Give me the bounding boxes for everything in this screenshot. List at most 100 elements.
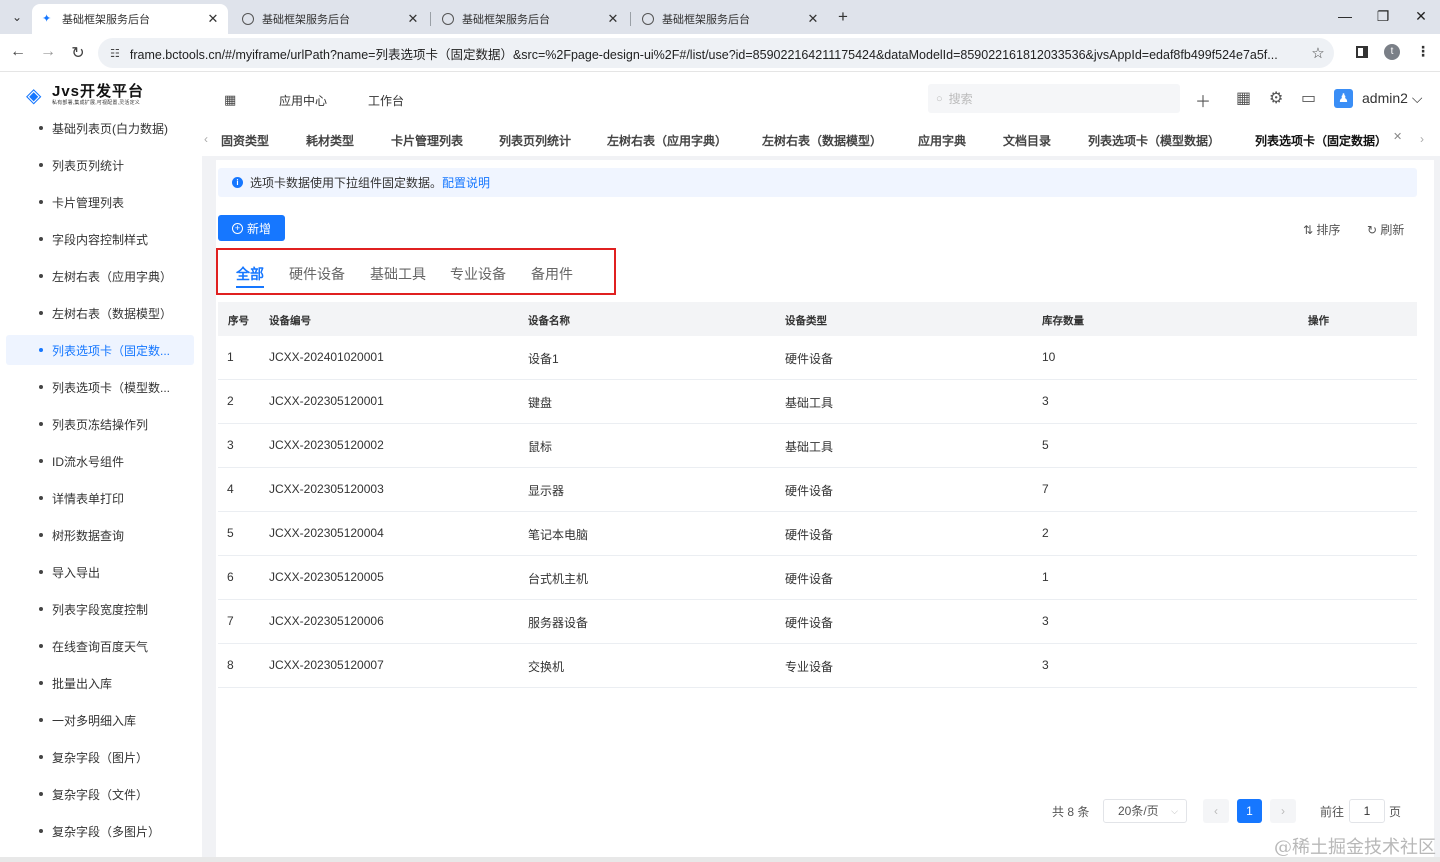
filter-tab-hardware[interactable]: 硬件设备 xyxy=(289,264,345,284)
browser-tab-strip: ⌄ ✦ 基础框架服务后台 ✕ 基础框架服务后台 ✕ 基础框架服务后台 ✕ 基础框… xyxy=(0,0,1440,34)
nav-app-center[interactable]: 应用中心 xyxy=(279,92,327,109)
sidebar-item[interactable]: 树形数据查询 xyxy=(6,520,194,550)
chevron-down-icon: ⌵ xyxy=(1411,90,1423,106)
table-row[interactable]: 8 JCXX-202305120007 交换机 专业设备 3 xyxy=(218,644,1417,688)
tab-tree-table-dict[interactable]: 左树右表（应用字典） xyxy=(607,132,727,149)
page-size-select[interactable]: 20条/页 ⌵ xyxy=(1103,799,1187,823)
url-text[interactable]: frame.bctools.cn/#/myiframe/urlPath?name… xyxy=(130,44,1302,63)
restore-icon[interactable]: ❐ xyxy=(1364,0,1402,34)
sidebar-item[interactable]: 批量出入库 xyxy=(6,668,194,698)
refresh-button[interactable]: ↻ 刷新 xyxy=(1367,221,1404,238)
page-number-current[interactable]: 1 xyxy=(1237,799,1262,823)
sidebar-item[interactable]: 导入导出 xyxy=(6,557,194,587)
add-icon[interactable]: ＋ xyxy=(1195,88,1211,112)
tab-search-chevron-icon[interactable]: ⌄ xyxy=(6,7,28,27)
tab-app-dict[interactable]: 应用字典 xyxy=(918,132,966,149)
sidebar-item[interactable]: 复杂字段（多图片） xyxy=(6,816,194,846)
config-help-link[interactable]: 配置说明 xyxy=(442,174,490,191)
message-icon[interactable]: ▭ xyxy=(1301,88,1316,108)
sort-button[interactable]: ⇅ 排序 xyxy=(1303,221,1340,238)
browser-tab-2[interactable]: 基础框架服务后台 ✕ xyxy=(232,4,428,34)
globe-icon xyxy=(442,13,454,25)
prev-page-button[interactable]: ‹ xyxy=(1203,799,1229,823)
table-row[interactable]: 5 JCXX-202305120004 笔记本电脑 硬件设备 2 xyxy=(218,512,1417,556)
search-input[interactable]: ○ 搜索 xyxy=(928,84,1180,113)
bookmark-star-icon[interactable]: ☆ xyxy=(1302,44,1334,62)
sidebar-item[interactable]: 基础列表页(白力数据) xyxy=(6,115,194,143)
sidebar-item-active[interactable]: 列表选项卡（固定数... xyxy=(6,335,194,365)
new-tab-button[interactable]: + xyxy=(838,7,848,27)
table-row[interactable]: 7 JCXX-202305120006 服务器设备 硬件设备 3 xyxy=(218,600,1417,644)
browser-tab-1[interactable]: ✦ 基础框架服务后台 ✕ xyxy=(32,4,228,34)
settings-gear-icon[interactable]: ⚙ xyxy=(1269,88,1283,108)
cell-device-type: 硬件设备 xyxy=(785,528,834,542)
table-row[interactable]: 2 JCXX-202305120001 键盘 基础工具 3 xyxy=(218,380,1417,424)
goto-page-input[interactable]: 1 xyxy=(1349,799,1385,823)
sidebar-item[interactable]: 字段内容控制样式 xyxy=(6,224,194,254)
back-arrow-icon[interactable]: ← xyxy=(8,43,28,61)
filter-tab-spare-parts[interactable]: 备用件 xyxy=(531,264,573,284)
sidebar-item[interactable]: 列表选项卡（模型数... xyxy=(6,372,194,402)
tab-tree-table-model[interactable]: 左树右表（数据模型） xyxy=(762,132,882,149)
minimize-icon[interactable]: — xyxy=(1326,0,1364,34)
side-panel-icon[interactable] xyxy=(1356,45,1368,58)
sidebar-item[interactable]: 复杂字段（图片） xyxy=(6,742,194,772)
sidebar-item[interactable]: 详情表单打印 xyxy=(6,483,194,513)
tab-fixed-asset-type[interactable]: 固资类型 xyxy=(221,132,269,149)
window-controls: — ❐ ✕ xyxy=(1326,0,1440,34)
close-tab-icon[interactable]: ✕ xyxy=(406,11,420,27)
sidebar-item[interactable]: 在线查询百度天气 xyxy=(6,631,194,661)
cell-device-code: JCXX-202305120004 xyxy=(269,526,384,540)
filter-tab-professional[interactable]: 专业设备 xyxy=(450,264,506,284)
close-tab-icon[interactable]: ✕ xyxy=(206,11,220,27)
close-window-icon[interactable]: ✕ xyxy=(1402,0,1440,34)
tab-list-tabs-model[interactable]: 列表选项卡（模型数据） xyxy=(1088,132,1220,149)
tab-list-tabs-fixed[interactable]: 列表选项卡（固定数据） xyxy=(1255,132,1387,149)
filter-tab-basic-tools[interactable]: 基础工具 xyxy=(370,264,426,284)
search-icon: ○ xyxy=(936,92,943,105)
close-tab-icon[interactable]: ✕ xyxy=(1393,130,1402,143)
cell-device-type: 硬件设备 xyxy=(785,616,834,630)
sidebar-item[interactable]: 左树右表（应用字典） xyxy=(6,261,194,291)
table-row[interactable]: 1 JCXX-202401020001 设备1 硬件设备 10 xyxy=(218,336,1417,380)
table-row[interactable]: 6 JCXX-202305120005 台式机主机 硬件设备 1 xyxy=(218,556,1417,600)
user-avatar-icon[interactable]: ♟ xyxy=(1334,89,1353,108)
user-menu[interactable]: admin2 ⌵ xyxy=(1362,90,1422,107)
browser-tab-3[interactable]: 基础框架服务后台 ✕ xyxy=(432,4,628,34)
url-field[interactable]: ☷ frame.bctools.cn/#/myiframe/urlPath?na… xyxy=(98,38,1334,68)
sidebar-item[interactable]: 列表页冻结操作列 xyxy=(6,409,194,439)
table-row[interactable]: 4 JCXX-202305120003 显示器 硬件设备 7 xyxy=(218,468,1417,512)
site-settings-icon[interactable]: ☷ xyxy=(110,47,120,60)
sidebar-item[interactable]: 一对多明细入库 xyxy=(6,705,194,735)
grid-menu-icon[interactable]: ▦ xyxy=(1236,88,1251,108)
tab-doc-directory[interactable]: 文档目录 xyxy=(1003,132,1051,149)
reload-icon[interactable]: ↻ xyxy=(68,43,88,63)
profile-avatar[interactable]: t xyxy=(1384,43,1400,60)
apps-grid-icon[interactable]: ▦ xyxy=(224,92,236,108)
sidebar-item[interactable]: 卡片管理列表 xyxy=(6,187,194,217)
sidebar-item[interactable]: 左树右表（数据模型） xyxy=(6,298,194,328)
tab-card-list[interactable]: 卡片管理列表 xyxy=(391,132,463,149)
forward-arrow-icon[interactable]: → xyxy=(38,43,58,61)
cell-device-name: 笔记本电脑 xyxy=(528,528,589,542)
sidebar-item[interactable]: 复杂字段（文件） xyxy=(6,779,194,809)
table-row[interactable]: 3 JCXX-202305120002 鼠标 基础工具 5 xyxy=(218,424,1417,468)
next-page-button[interactable]: › xyxy=(1270,799,1296,823)
tabs-scroll-left-icon[interactable]: ‹ xyxy=(204,132,208,146)
more-menu-icon[interactable]: ⋮ xyxy=(1416,43,1430,60)
app-logo[interactable]: ◈ Jvs开发平台 私有部署,集成扩展,可视配置,灵活定义 xyxy=(26,84,144,107)
sidebar-item[interactable]: 列表字段宽度控制 xyxy=(6,594,194,624)
tab-consumable-type[interactable]: 耗材类型 xyxy=(306,132,354,149)
cell-stock: 10 xyxy=(1042,350,1056,364)
close-tab-icon[interactable]: ✕ xyxy=(806,11,820,27)
sidebar-item[interactable]: ID流水号组件 xyxy=(6,446,194,476)
sidebar-item[interactable]: 列表页列统计 xyxy=(6,150,194,180)
logo-title: Jvs开发平台 xyxy=(52,83,145,100)
filter-tab-all[interactable]: 全部 xyxy=(236,264,264,284)
nav-workbench[interactable]: 工作台 xyxy=(368,92,404,109)
add-button[interactable]: + 新增 xyxy=(218,215,285,241)
close-tab-icon[interactable]: ✕ xyxy=(606,11,620,27)
tabs-scroll-right-icon[interactable]: › xyxy=(1420,132,1424,146)
tab-list-stats[interactable]: 列表页列统计 xyxy=(499,132,571,149)
browser-tab-4[interactable]: 基础框架服务后台 ✕ xyxy=(632,4,828,34)
